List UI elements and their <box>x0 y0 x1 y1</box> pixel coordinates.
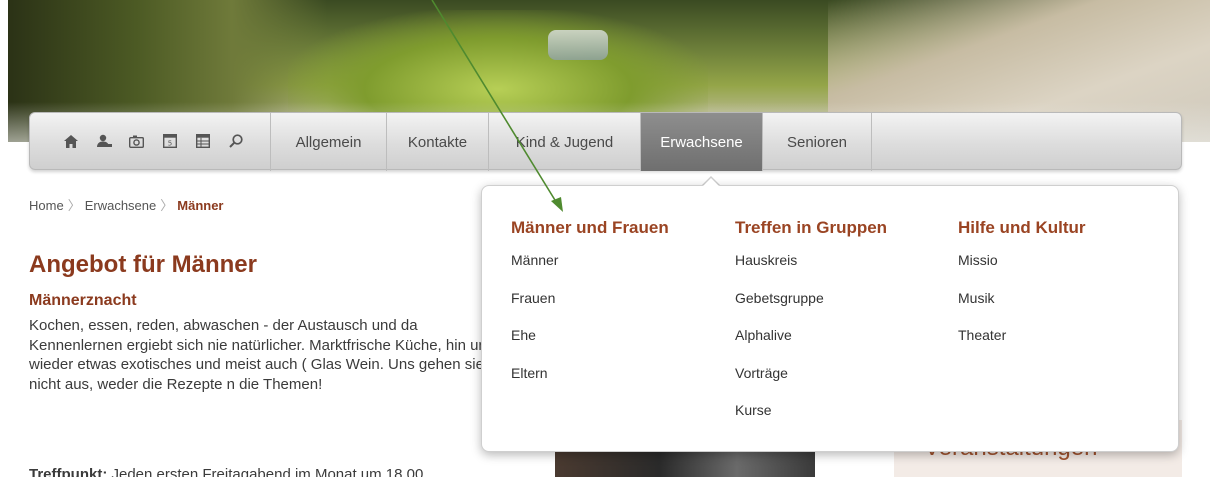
main-nav-bar: 5 Allgemein Kontakte Kind & Jugend Erwac… <box>29 112 1182 171</box>
mega-menu-dropdown: Männer und Frauen Männer Frauen Ehe Elte… <box>481 185 1179 452</box>
nav-item-senioren[interactable]: Senioren <box>762 113 872 171</box>
meeting-info-text: Jeden ersten Freitagabend im Monat um 18… <box>107 466 424 477</box>
table-icon[interactable] <box>186 112 219 170</box>
mega-heading: Männer und Frauen <box>511 218 669 237</box>
meeting-info-label: Treffpunkt: <box>29 466 108 477</box>
nav-item-allgemein[interactable]: Allgemein <box>270 113 386 171</box>
mega-link-theater[interactable]: Theater <box>958 327 1085 365</box>
user-icon[interactable] <box>87 112 120 170</box>
breadcrumb-separator: 〉 <box>67 198 81 213</box>
mega-link-gebetsgruppe[interactable]: Gebetsgruppe <box>735 290 887 328</box>
mega-link-eltern[interactable]: Eltern <box>511 365 669 403</box>
mega-link-hauskreis[interactable]: Hauskreis <box>735 252 887 290</box>
breadcrumb-separator: 〉 <box>160 198 174 213</box>
calendar-icon[interactable]: 5 <box>153 112 186 170</box>
nav-item-erwachsene[interactable]: Erwachsene <box>640 113 762 171</box>
mega-menu-caret-fill <box>702 178 720 187</box>
mega-link-ehe[interactable]: Ehe <box>511 327 669 365</box>
mega-link-maenner[interactable]: Männer <box>511 252 669 290</box>
mega-column-hilfe-kultur: Hilfe und Kultur Missio Musik Theater <box>958 218 1085 365</box>
body-paragraph: Kochen, essen, reden, abwaschen - der Au… <box>29 317 496 393</box>
mega-column-maenner-frauen: Männer und Frauen Männer Frauen Ehe Elte… <box>511 218 669 402</box>
nav-icon-group: 5 <box>30 113 270 169</box>
svg-text:5: 5 <box>167 140 171 148</box>
breadcrumb-erwachsene[interactable]: Erwachsene <box>85 198 157 213</box>
nav-item-kind-jugend[interactable]: Kind & Jugend <box>488 113 640 171</box>
home-icon[interactable] <box>54 112 87 170</box>
nav-item-kontakte[interactable]: Kontakte <box>386 113 488 171</box>
meeting-info: Treffpunkt: Jeden ersten Freitagabend im… <box>29 466 423 477</box>
breadcrumb: Home 〉 Erwachsene 〉 Männer <box>29 195 224 214</box>
mega-link-musik[interactable]: Musik <box>958 290 1085 328</box>
mega-column-treffen: Treffen in Gruppen Hauskreis Gebetsgrupp… <box>735 218 887 440</box>
mega-heading: Hilfe und Kultur <box>958 218 1086 237</box>
search-icon[interactable] <box>219 112 252 170</box>
camera-icon[interactable] <box>120 112 153 170</box>
mega-link-kurse[interactable]: Kurse <box>735 402 887 440</box>
mega-link-frauen[interactable]: Frauen <box>511 290 669 328</box>
mega-link-missio[interactable]: Missio <box>958 252 1085 290</box>
mega-heading: Treffen in Gruppen <box>735 218 888 237</box>
breadcrumb-current: Männer <box>177 198 224 213</box>
breadcrumb-home[interactable]: Home <box>29 198 64 213</box>
mega-link-vortraege[interactable]: Vorträge <box>735 365 887 403</box>
content-photo <box>555 450 815 477</box>
section-title: Männerznacht <box>29 292 137 309</box>
page-title: Angebot für Männer <box>29 251 257 278</box>
mega-link-alphalive[interactable]: Alphalive <box>735 327 887 365</box>
